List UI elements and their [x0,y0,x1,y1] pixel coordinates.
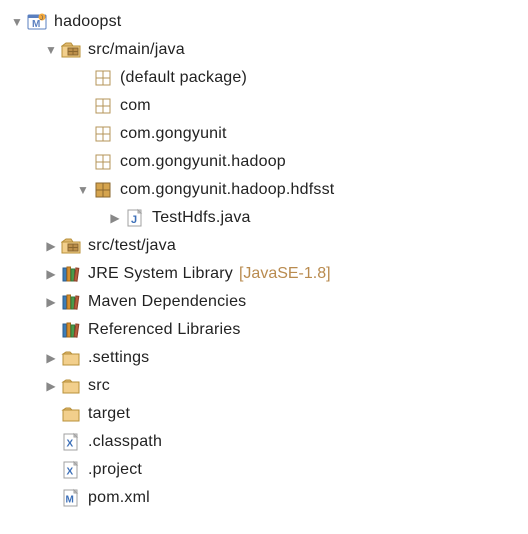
tree-item[interactable]: ▶pom.xml [10,484,518,512]
tree-item-qualifier: [JavaSE-1.8] [239,265,331,283]
tree-item-label: .settings [88,349,149,367]
tree-item[interactable]: ▼ src/main/java [10,36,518,64]
tree-item-label: .project [88,461,142,479]
package-empty-icon [92,152,114,172]
tree-item-label: pom.xml [88,489,150,507]
tree-item-label: com [120,97,151,115]
xml-file-icon [60,460,82,480]
tree-item[interactable]: ▶com [10,92,518,120]
tree-item[interactable]: ▶ src/test/java [10,232,518,260]
tree-item-label: (default package) [120,69,247,87]
tree-item[interactable]: ▶target [10,400,518,428]
tree-item[interactable]: ▶com.gongyunit [10,120,518,148]
library-icon [60,264,82,284]
library-icon [60,292,82,312]
tree-item[interactable]: ▶ .settings [10,344,518,372]
tree-item-label: com.gongyunit.hadoop.hdfsst [120,181,334,199]
m-file-icon [60,488,82,508]
tree-item[interactable]: ▶.classpath [10,428,518,456]
tree-item[interactable]: ▶ JRE System Library [JavaSE-1.8] [10,260,518,288]
tree-item[interactable]: ▼ com.gongyunit.hadoop.hdfsst [10,176,518,204]
tree-item[interactable]: ▶ src [10,372,518,400]
tree-item-label: target [88,405,130,423]
folder-icon [60,404,82,424]
expand-arrow-closed-icon[interactable]: ▶ [44,351,58,365]
tree-item-label: Referenced Libraries [88,321,241,339]
tree-item-label: com.gongyunit.hadoop [120,153,286,171]
expand-arrow-closed-icon[interactable]: ▶ [44,379,58,393]
tree-item[interactable]: ▶ Maven Dependencies [10,288,518,316]
package-icon [92,180,114,200]
expand-arrow-closed-icon[interactable]: ▶ [44,295,58,309]
tree-item[interactable]: ▶.project [10,456,518,484]
tree-item-label: hadoopst [54,13,121,31]
tree-item[interactable]: ▼ hadoopst [10,8,518,36]
folder-icon [60,348,82,368]
expand-arrow-closed-icon[interactable]: ▶ [44,239,58,253]
expand-arrow-open-icon[interactable]: ▼ [44,43,58,57]
package-empty-icon [92,96,114,116]
expand-arrow-closed-icon[interactable]: ▶ [108,211,122,225]
package-empty-icon [92,68,114,88]
tree-item-label: .classpath [88,433,162,451]
expand-arrow-closed-icon[interactable]: ▶ [44,267,58,281]
tree-item-label: com.gongyunit [120,125,227,143]
xml-file-icon [60,432,82,452]
tree-item[interactable]: ▶com.gongyunit.hadoop [10,148,518,176]
tree-item-label: TestHdfs.java [152,209,251,227]
expand-arrow-open-icon[interactable]: ▼ [76,183,90,197]
tree-item[interactable]: ▶Referenced Libraries [10,316,518,344]
source-folder-icon [60,236,82,256]
source-folder-icon [60,40,82,60]
tree-item-label: Maven Dependencies [88,293,246,311]
tree-item[interactable]: ▶ TestHdfs.java [10,204,518,232]
expand-arrow-open-icon[interactable]: ▼ [10,15,24,29]
package-empty-icon [92,124,114,144]
tree-item-label: src/test/java [88,237,176,255]
tree-item-label: JRE System Library [88,265,233,283]
project-explorer-tree: ▼hadoopst▼src/main/java▶(default package… [10,8,518,512]
tree-item-label: src/main/java [88,41,185,59]
java-file-icon [124,208,146,228]
tree-item[interactable]: ▶(default package) [10,64,518,92]
maven-project-icon [26,12,48,32]
folder-icon [60,376,82,396]
tree-item-label: src [88,377,110,395]
library-icon [60,320,82,340]
